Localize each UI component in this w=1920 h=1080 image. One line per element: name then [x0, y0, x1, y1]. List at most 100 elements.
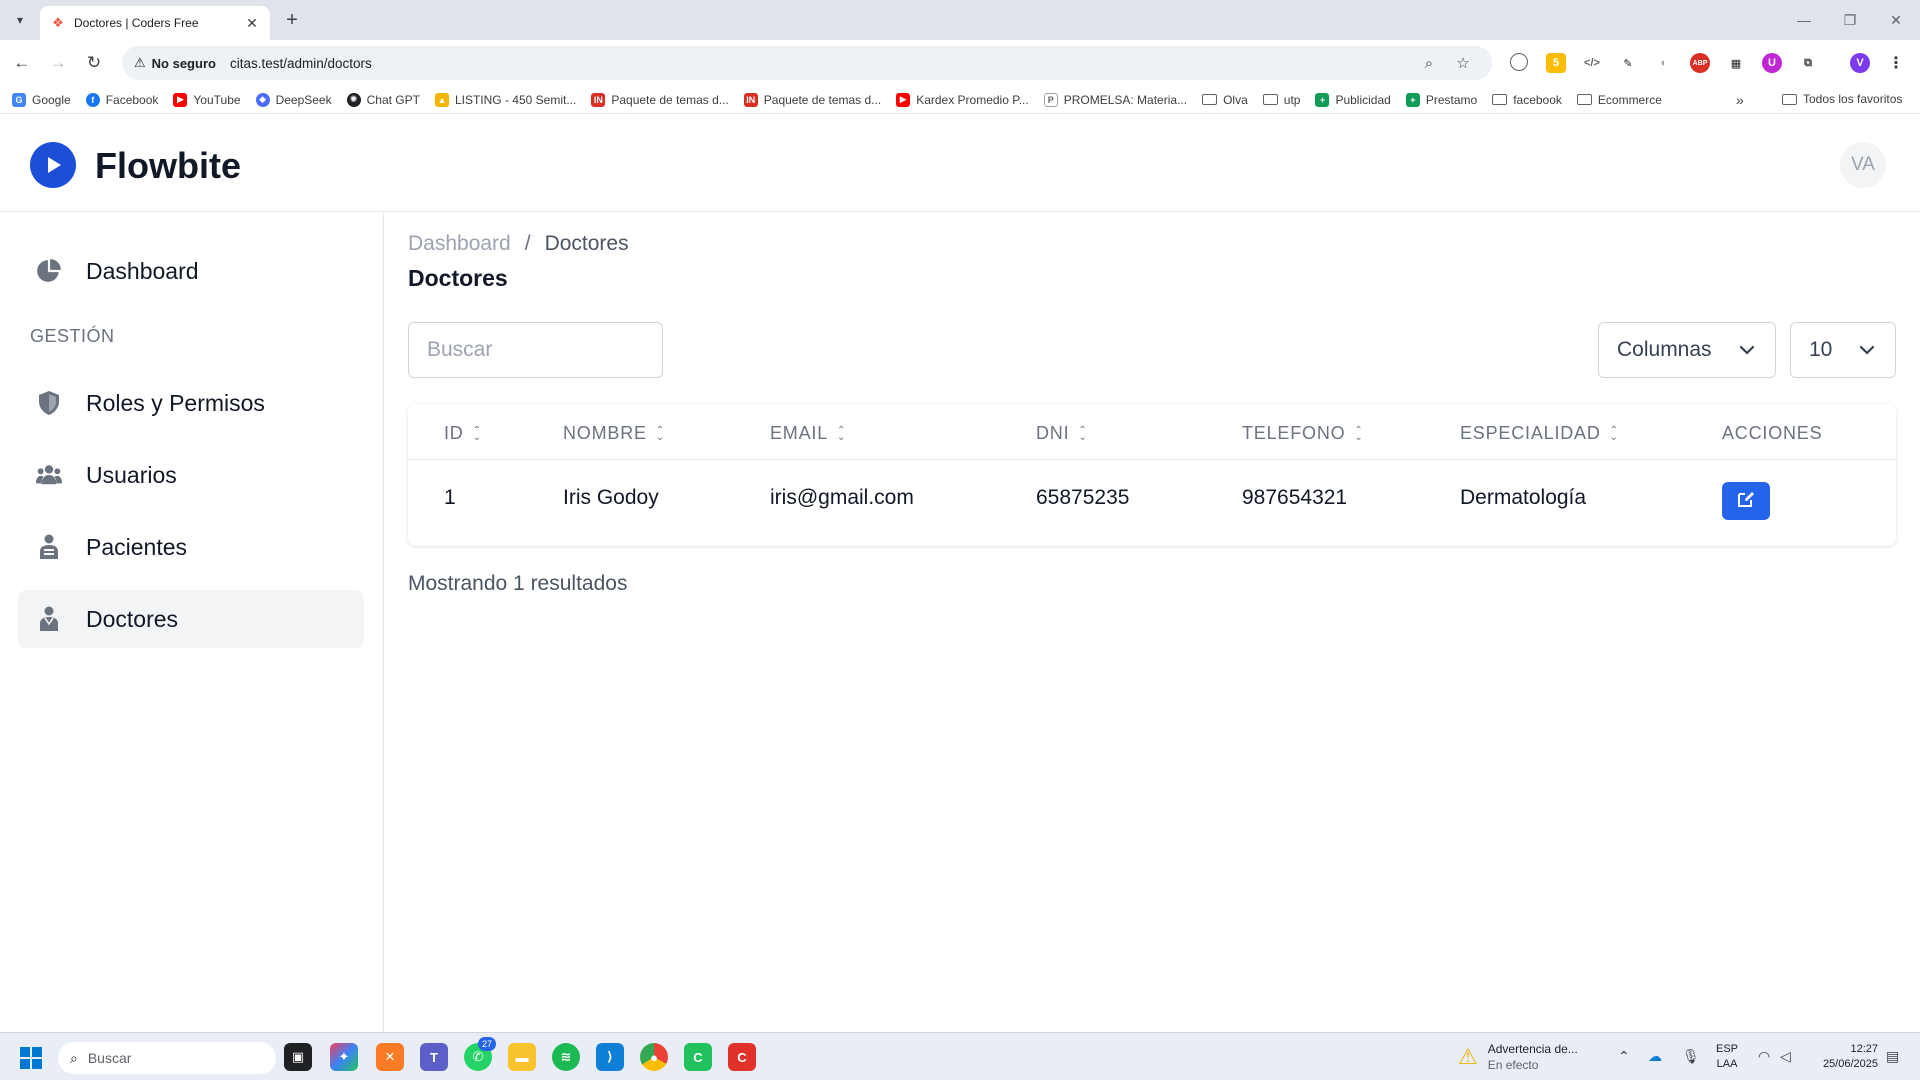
vscode-icon[interactable]: ⟩	[596, 1043, 624, 1071]
facebook-icon: f	[85, 92, 100, 107]
users-icon	[36, 462, 62, 488]
bookmark-folder-utp[interactable]: utp	[1262, 93, 1300, 107]
taskbar-search[interactable]: ⌕ Buscar	[58, 1042, 276, 1074]
sort-icon[interactable]: ⌃ ⌄	[1078, 425, 1087, 442]
sort-icon[interactable]: ⌃ ⌄	[1610, 425, 1619, 442]
url-text[interactable]: citas.test/admin/doctors	[230, 56, 372, 71]
bookmark-google[interactable]: G Google	[12, 92, 71, 107]
sidebar-item-dashboard[interactable]: Dashboard	[18, 242, 364, 300]
sidebar-section-heading: GESTIÓN	[30, 326, 115, 346]
bookmark-promelsa[interactable]: P PROMELSA: Materia...	[1043, 92, 1187, 107]
bookmark-publicidad[interactable]: + Publicidad	[1315, 92, 1391, 107]
weather-warning[interactable]: ⚠ Advertencia de... En efecto	[1458, 1041, 1578, 1073]
bookmark-youtube[interactable]: ▶ YouTube	[173, 92, 241, 107]
code-extension-icon[interactable]: </>	[1582, 53, 1602, 73]
column-header-email[interactable]: EMAIL ⌃ ⌄	[770, 423, 846, 444]
column-header-dni[interactable]: DNI ⌃ ⌄	[1036, 423, 1088, 444]
new-tab-button[interactable]: +	[280, 8, 304, 32]
column-header-nombre[interactable]: NOMBRE ⌃ ⌄	[563, 423, 665, 444]
adblock-icon[interactable]: ABP	[1690, 53, 1710, 73]
sort-icon[interactable]: ⌃ ⌄	[473, 425, 482, 442]
more-bookmarks-icon[interactable]: »	[1736, 92, 1744, 108]
table-header: ID ⌃ ⌄ NOMBRE ⌃ ⌄ EMAIL ⌃ ⌄ DNI ⌃ ⌄ TELEFONO ⌃ ⌄ E…	[408, 404, 1896, 460]
breadcrumb-link-dashboard[interactable]: Dashboard	[408, 232, 511, 256]
tab-search-button[interactable]: ▾	[8, 8, 32, 32]
microphone-icon[interactable]: 🎙	[1682, 1048, 1700, 1065]
browser-menu-icon[interactable]: ⋮	[1886, 53, 1906, 73]
onedrive-icon[interactable]: ☁	[1648, 1048, 1662, 1065]
zoom-icon[interactable]: ⌕	[1420, 54, 1438, 72]
bookmark-deepseek[interactable]: ◆ DeepSeek	[255, 92, 332, 107]
sidebar-item-doctores[interactable]: Doctores	[18, 590, 364, 648]
windows-start-icon[interactable]	[20, 1047, 42, 1069]
bookmark-folder-olva[interactable]: Olva	[1202, 93, 1248, 107]
column-header-telefono[interactable]: TELEFONO ⌃ ⌄	[1242, 423, 1364, 444]
volume-icon[interactable]: ◁	[1780, 1048, 1791, 1065]
eyedropper-icon[interactable]: ✎	[1618, 53, 1638, 73]
bookmark-star-icon[interactable]: ☆	[1454, 54, 1472, 72]
bookmark-kardex[interactable]: ▶ Kardex Promedio P...	[896, 92, 1029, 107]
camtasia-icon[interactable]: C	[684, 1043, 712, 1071]
system-clock[interactable]: 12:27 25/06/2025	[1808, 1042, 1878, 1072]
teams-icon[interactable]: T	[420, 1043, 448, 1071]
forward-button[interactable]: →	[46, 51, 70, 75]
sidebar-item-pacientes[interactable]: Pacientes	[18, 518, 364, 576]
bookmark-paquete-1[interactable]: IN Paquete de temas d...	[591, 92, 729, 107]
wifi-icon[interactable]: ◠	[1758, 1048, 1770, 1065]
bookmark-folder-facebook[interactable]: facebook	[1492, 93, 1562, 107]
sort-icon[interactable]: ⌃ ⌄	[656, 425, 665, 442]
chevron-down-icon	[1737, 340, 1757, 360]
extension-badge-icon[interactable]: 5	[1546, 53, 1566, 73]
address-bar[interactable]: ⚠ No seguro citas.test/admin/doctors ⌕ ☆	[122, 46, 1492, 80]
sidebar-item-usuarios[interactable]: Usuarios	[18, 446, 364, 504]
bookmark-chatgpt[interactable]: ✺ Chat GPT	[346, 92, 420, 107]
column-header-id[interactable]: ID ⌃ ⌄	[444, 423, 482, 444]
profile-avatar-icon[interactable]: V	[1850, 53, 1870, 73]
task-view-icon[interactable]: ▣	[284, 1043, 312, 1071]
input-language[interactable]: ESP LAA	[1716, 1042, 1738, 1072]
extensions-puzzle-icon[interactable]: ⧉	[1798, 53, 1818, 73]
restore-window-button[interactable]: ❐	[1830, 6, 1870, 34]
sort-icon[interactable]: ⌃ ⌄	[1354, 425, 1363, 442]
copilot-icon[interactable]: ✦	[330, 1043, 358, 1071]
search-input[interactable]	[408, 322, 663, 378]
chrome-icon[interactable]: ●	[640, 1043, 668, 1071]
edit-button[interactable]	[1722, 482, 1770, 520]
notifications-icon[interactable]: ▤	[1886, 1048, 1899, 1065]
brand-name[interactable]: Flowbite	[95, 145, 241, 187]
browser-tab-active[interactable]: ❖ Doctores | Coders Free ✕	[40, 6, 270, 40]
minimize-window-button[interactable]: —	[1784, 6, 1824, 34]
sheets-icon: +	[1315, 92, 1330, 107]
bookmark-folder-ecommerce[interactable]: Ecommerce	[1576, 93, 1662, 107]
bookmark-prestamo[interactable]: + Prestamo	[1405, 92, 1477, 107]
page-icon: P	[1043, 92, 1058, 107]
bookmark-paquete-2[interactable]: IN Paquete de temas d...	[743, 92, 881, 107]
camtasia-recorder-icon[interactable]: C	[728, 1043, 756, 1071]
flowbite-logo-icon[interactable]	[30, 142, 76, 188]
extension-circle-icon[interactable]	[1510, 53, 1528, 71]
show-hidden-icons-icon[interactable]: ⌃	[1618, 1048, 1630, 1065]
notification-badge: 27	[478, 1037, 496, 1051]
sort-icon[interactable]: ⌃ ⌄	[837, 425, 846, 442]
xampp-icon[interactable]: ✕	[376, 1043, 404, 1071]
sheets-icon: +	[1405, 92, 1420, 107]
close-tab-icon[interactable]: ✕	[244, 15, 260, 31]
column-header-especialidad[interactable]: ESPECIALIDAD ⌃ ⌄	[1460, 423, 1619, 444]
close-window-button[interactable]: ✕	[1876, 6, 1916, 34]
columns-dropdown[interactable]: Columnas	[1598, 322, 1776, 378]
qr-code-icon[interactable]: ▦	[1726, 53, 1746, 73]
extension-gray-icon[interactable]: ◐	[1654, 53, 1674, 73]
user-avatar[interactable]: VA	[1840, 142, 1886, 188]
all-bookmarks-folder[interactable]: Todos los favoritos	[1782, 92, 1902, 106]
reload-button[interactable]: ↻	[82, 51, 106, 75]
file-explorer-icon[interactable]: ▬	[508, 1043, 536, 1071]
bookmark-facebook[interactable]: f Facebook	[85, 92, 158, 107]
spotify-icon[interactable]: ≋	[552, 1043, 580, 1071]
bookmark-listing[interactable]: ▲ LISTING - 450 Semit...	[434, 92, 576, 107]
sidebar-item-roles[interactable]: Roles y Permisos	[18, 374, 364, 432]
ublock-icon[interactable]: U	[1762, 53, 1782, 73]
back-button[interactable]: ←	[10, 51, 34, 75]
per-page-select[interactable]: 10	[1790, 322, 1896, 378]
main-content: Dashboard / Doctores Doctores Columnas 1…	[385, 212, 1920, 1032]
youtube-icon: ▶	[173, 92, 188, 107]
